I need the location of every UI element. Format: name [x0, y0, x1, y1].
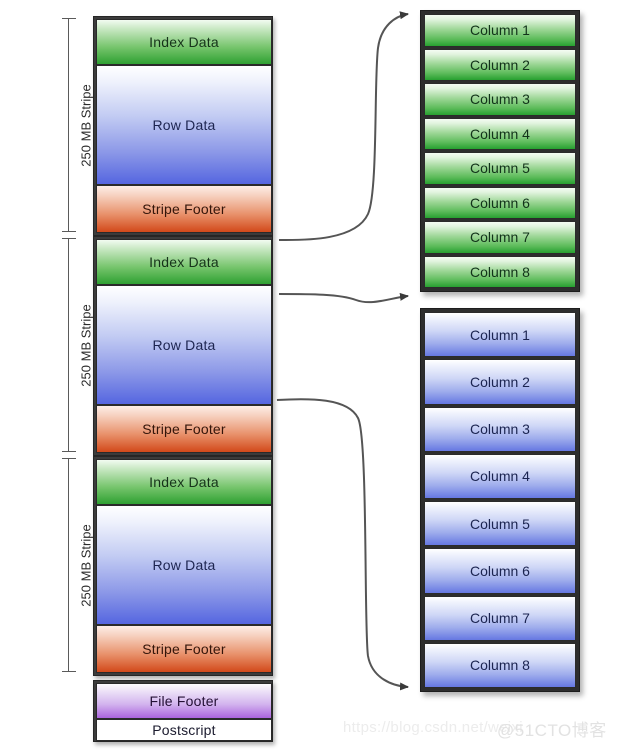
column-cell: Column 4 [424, 453, 576, 499]
column-cell: Column 4 [424, 117, 576, 150]
bracket-cap-bottom [62, 671, 76, 672]
stripe-1-row-data: Row Data [96, 65, 272, 185]
postscript: Postscript [96, 719, 272, 741]
watermark-51cto: @51CTO博客 [497, 721, 607, 740]
column-cell: Column 6 [424, 186, 576, 219]
arrow-stripe2-to-green-columns [278, 292, 409, 304]
stripe-2-row-data: Row Data [96, 285, 272, 405]
stripe-bracket-2 [62, 238, 76, 452]
stripe-3-row-data: Row Data [96, 505, 272, 625]
stripe-3-index-data: Index Data [96, 459, 272, 505]
stripe-1-index-data: Index Data [96, 19, 272, 65]
stripe-bracket-3 [62, 458, 76, 672]
bracket-cap-top [62, 238, 76, 239]
column-cell: Column 2 [424, 48, 576, 81]
stripe-3-stripe-footer: Stripe Footer [96, 625, 272, 673]
column-cell: Column 5 [424, 152, 576, 185]
stripe-2: Index Data Row Data Stripe Footer [93, 236, 273, 456]
column-cell: Column 3 [424, 406, 576, 452]
file-footer-group: File Footer Postscript [93, 680, 273, 742]
stripe-bracket-label-1: 250 MB Stripe [78, 84, 94, 167]
stripe-1-stripe-footer: Stripe Footer [96, 185, 272, 233]
watermark-csdn: https://blog.csdn.net/weixi [343, 719, 523, 736]
stripe-bracket-label-2: 250 MB Stripe [78, 304, 94, 387]
stripe-bracket-label-3: 250 MB Stripe [78, 524, 94, 607]
column-cell: Column 3 [424, 83, 576, 116]
column-group-green: Column 1 Column 2 Column 3 Column 4 Colu… [420, 10, 580, 292]
bracket-line [68, 238, 69, 452]
stripe-bracket-1 [62, 18, 76, 232]
orc-file-layout-diagram: 250 MB Stripe 250 MB Stripe 250 MB Strip… [0, 0, 622, 755]
stripe-1: Index Data Row Data Stripe Footer [93, 16, 273, 236]
column-group-blue: Column 1 Column 2 Column 3 Column 4 Colu… [420, 308, 580, 692]
bracket-cap-bottom [62, 231, 76, 232]
arrow-stripe2-to-blue-columns [276, 398, 409, 691]
stripe-3: Index Data Row Data Stripe Footer [93, 456, 273, 676]
column-cell: Column 7 [424, 595, 576, 641]
stripe-2-stripe-footer: Stripe Footer [96, 405, 272, 453]
column-cell: Column 8 [424, 255, 576, 288]
bracket-cap-top [62, 458, 76, 459]
bracket-line [68, 458, 69, 672]
column-cell: Column 7 [424, 221, 576, 254]
column-cell: Column 6 [424, 548, 576, 594]
stripe-2-index-data: Index Data [96, 239, 272, 285]
bracket-cap-bottom [62, 451, 76, 452]
column-cell: Column 1 [424, 14, 576, 47]
bracket-cap-top [62, 18, 76, 19]
bracket-line [68, 18, 69, 232]
arrow-stripe1-to-green-columns [278, 11, 409, 242]
file-footer: File Footer [96, 683, 272, 719]
column-cell: Column 2 [424, 359, 576, 405]
column-cell: Column 8 [424, 642, 576, 688]
column-cell: Column 1 [424, 312, 576, 358]
column-cell: Column 5 [424, 501, 576, 547]
